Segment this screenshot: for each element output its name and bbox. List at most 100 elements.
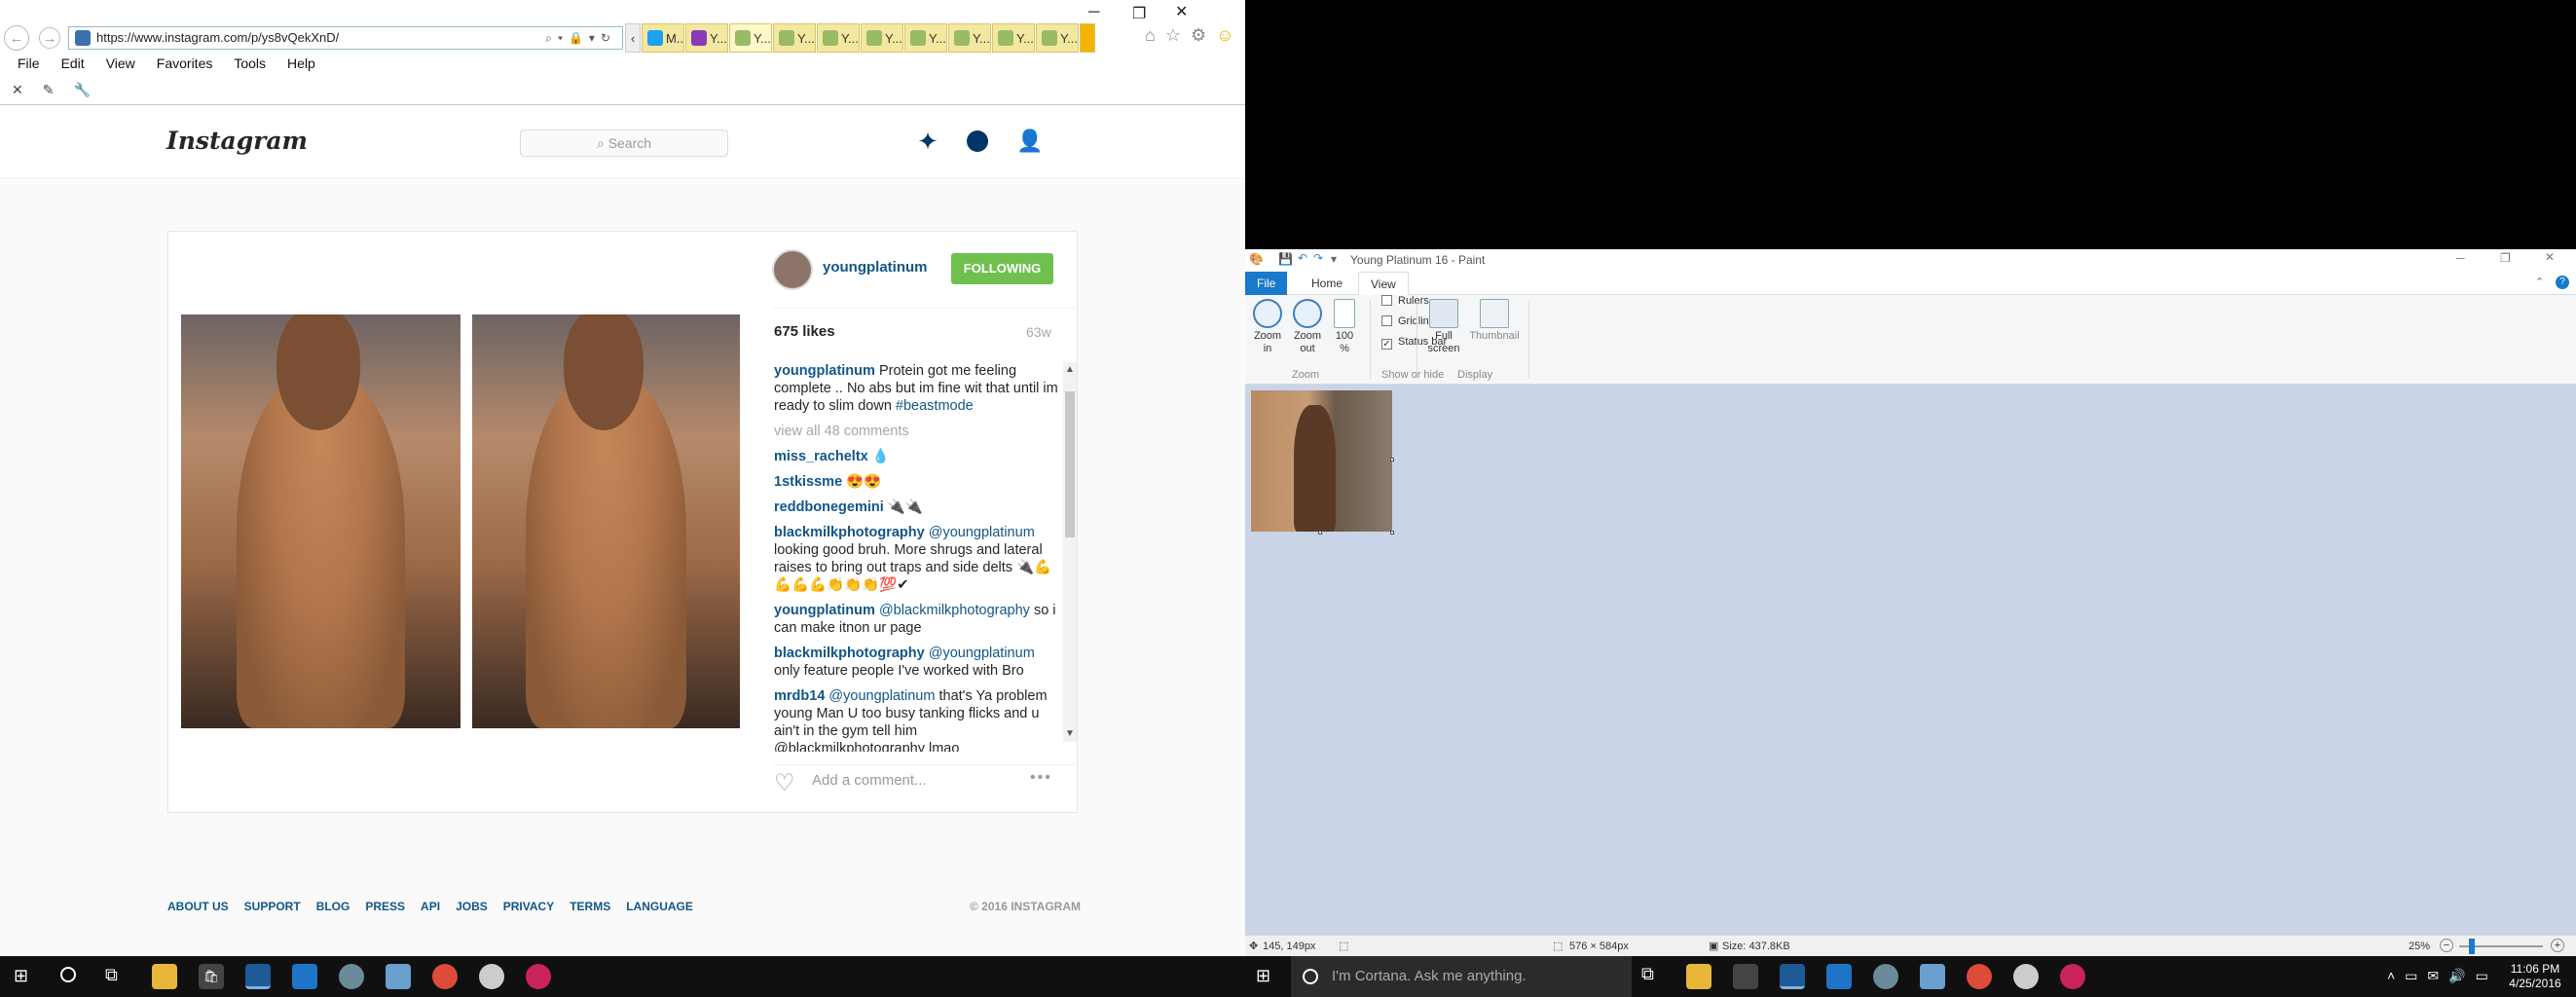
post-photo-right[interactable] (472, 314, 740, 728)
like-heart-icon[interactable]: ♡ (774, 769, 795, 797)
explore-compass-icon[interactable]: ✦ (915, 129, 940, 155)
save-icon[interactable]: 💾 (1278, 252, 1293, 266)
paint-icon[interactable] (1873, 964, 1898, 989)
mention-link[interactable]: @blackmilkphotography (879, 603, 1030, 618)
edge-icon[interactable] (292, 964, 317, 989)
menu-edit[interactable]: Edit (61, 55, 85, 71)
itunes-icon[interactable] (526, 964, 551, 989)
ie-restore-button[interactable]: ❐ (1132, 4, 1146, 23)
post-photo-left[interactable] (181, 314, 460, 728)
undo-icon[interactable]: ↶ (1298, 251, 1307, 265)
menu-tools[interactable]: Tools (234, 55, 266, 71)
comment-username[interactable]: blackmilkphotography (774, 525, 925, 540)
footer-link[interactable]: BLOG (316, 900, 350, 913)
task-view-icon[interactable]: ⧉ (105, 965, 118, 985)
paint-icon[interactable] (339, 964, 364, 989)
avatar[interactable] (772, 249, 813, 290)
likes-count[interactable]: 675 likes (774, 323, 835, 340)
search-input[interactable]: ⌕ Search (520, 129, 728, 157)
forward-button[interactable]: → (39, 27, 60, 49)
start-windows-icon[interactable]: ⊞ (1256, 966, 1270, 986)
browser-tab-active[interactable]: Y... × (729, 23, 772, 53)
comment-username[interactable]: youngplatinum (774, 603, 875, 618)
profile-user-icon[interactable]: 👤 (1016, 129, 1043, 154)
notepad-icon[interactable] (1920, 964, 1945, 989)
footer-link[interactable]: PRIVACY (503, 900, 554, 913)
ie-minimize-button[interactable]: ─ (1088, 4, 1099, 21)
magic-wand-icon[interactable]: ✎ (43, 82, 55, 98)
store-icon[interactable] (1733, 964, 1758, 989)
redo-icon[interactable]: ↷ (1313, 251, 1323, 265)
comment-username[interactable]: miss_racheltx (774, 449, 868, 464)
footer-link[interactable]: LANGUAGE (626, 900, 693, 913)
chrome-icon[interactable] (1967, 964, 1992, 989)
menu-favorites[interactable]: Favorites (157, 55, 213, 71)
zoom-in-button[interactable]: Zoom in (1251, 299, 1284, 355)
quick-access-dropdown-icon[interactable]: ▾ (1331, 252, 1337, 266)
favorites-star-icon[interactable]: ☆ (1165, 25, 1181, 46)
store-icon[interactable]: 🛍 (199, 964, 224, 989)
browser-tab[interactable]: Y... (1036, 23, 1079, 53)
scroll-down-icon[interactable]: ▼ (1065, 728, 1075, 739)
edge-icon[interactable] (1826, 964, 1852, 989)
back-button[interactable]: ← (4, 25, 29, 51)
comments-scrollbar[interactable]: ▲ ▼ (1063, 362, 1077, 742)
comment-username[interactable]: youngplatinum (774, 363, 875, 379)
itunes-icon[interactable] (2060, 964, 2085, 989)
address-bar[interactable]: https://www.instagram.com/p/ys8vQekXnD/ … (68, 26, 623, 50)
zoom-in-small-button[interactable]: + (2551, 939, 2564, 952)
new-tab-button[interactable] (1080, 23, 1095, 53)
following-button[interactable]: FOLLOWING (951, 253, 1053, 284)
paint-canvas-area[interactable] (1245, 385, 2576, 935)
resize-handle[interactable] (1390, 531, 1394, 535)
internet-explorer-icon[interactable] (1780, 964, 1805, 989)
comment-username[interactable]: 1stkissme (774, 474, 842, 490)
notepad-icon[interactable] (386, 964, 411, 989)
browser-tab[interactable]: Y... (685, 23, 728, 53)
help-icon[interactable]: ? (2556, 276, 2569, 289)
tab-home[interactable]: Home (1300, 272, 1354, 295)
activity-heart-icon[interactable] (967, 130, 988, 152)
mention-link[interactable]: @youngplatinum (929, 525, 1035, 540)
file-explorer-icon[interactable] (152, 964, 177, 989)
zoom-out-small-button[interactable]: − (2440, 939, 2453, 952)
footer-link[interactable]: SUPPORT (244, 900, 301, 913)
comments-list[interactable]: youngplatinum Protein got me feeling com… (774, 362, 1061, 752)
chrome-icon[interactable] (432, 964, 458, 989)
scroll-up-icon[interactable]: ▲ (1065, 364, 1075, 375)
task-view-icon[interactable]: ⧉ (1641, 964, 1654, 984)
paint-close-button[interactable]: ✕ (2545, 250, 2555, 264)
thumbnail-button[interactable]: Thumbnail (1467, 299, 1522, 343)
wrench-icon[interactable]: 🔧 (73, 82, 90, 98)
menu-view[interactable]: View (106, 55, 135, 71)
tab-view[interactable]: View (1358, 272, 1409, 295)
menu-file[interactable]: File (18, 55, 40, 71)
ie-close-button[interactable]: ✕ (1175, 2, 1188, 21)
full-screen-button[interactable]: Full screen (1426, 299, 1461, 355)
paint-image-canvas[interactable] (1251, 390, 1392, 532)
cortana-search-box[interactable]: I'm Cortana. Ask me anything. (1291, 956, 1632, 997)
clock[interactable]: 11:06 PM 4/25/2016 (2506, 962, 2564, 991)
browser-tab[interactable]: Y... (817, 23, 860, 53)
browser-tab[interactable]: Y... (904, 23, 947, 53)
zoom-slider-thumb[interactable] (2469, 939, 2475, 954)
add-comment-input[interactable]: Add a comment... (812, 772, 927, 789)
zoom-out-button[interactable]: Zoom out (1290, 299, 1325, 355)
tab-file[interactable]: File (1245, 272, 1288, 295)
system-tray-icons[interactable]: ˄▭✉🔊▭ (2387, 968, 2498, 984)
instagram-logo[interactable]: Instagram (166, 127, 308, 155)
view-all-comments-link[interactable]: view all 48 comments (774, 423, 1061, 440)
browser-tab[interactable]: Y... (992, 23, 1035, 53)
home-icon[interactable]: ⌂ (1145, 25, 1156, 46)
smiley-feedback-icon[interactable]: ☺ (1216, 25, 1233, 46)
browser-tab[interactable]: M... (642, 23, 684, 53)
collapse-ribbon-icon[interactable]: ⌃ (2535, 276, 2544, 288)
paint-restore-button[interactable]: ❐ (2500, 251, 2511, 265)
settings-gear-icon[interactable]: ⚙ (1191, 25, 1206, 46)
browser-tab[interactable]: Y... (948, 23, 991, 53)
address-tools-icons[interactable]: ⌕▾🔒▾↻ (545, 27, 616, 49)
footer-link[interactable]: JOBS (456, 900, 488, 913)
footer-link[interactable]: API (421, 900, 440, 913)
footer-link[interactable]: PRESS (365, 900, 405, 913)
comment-username[interactable]: blackmilkphotography (774, 646, 925, 661)
